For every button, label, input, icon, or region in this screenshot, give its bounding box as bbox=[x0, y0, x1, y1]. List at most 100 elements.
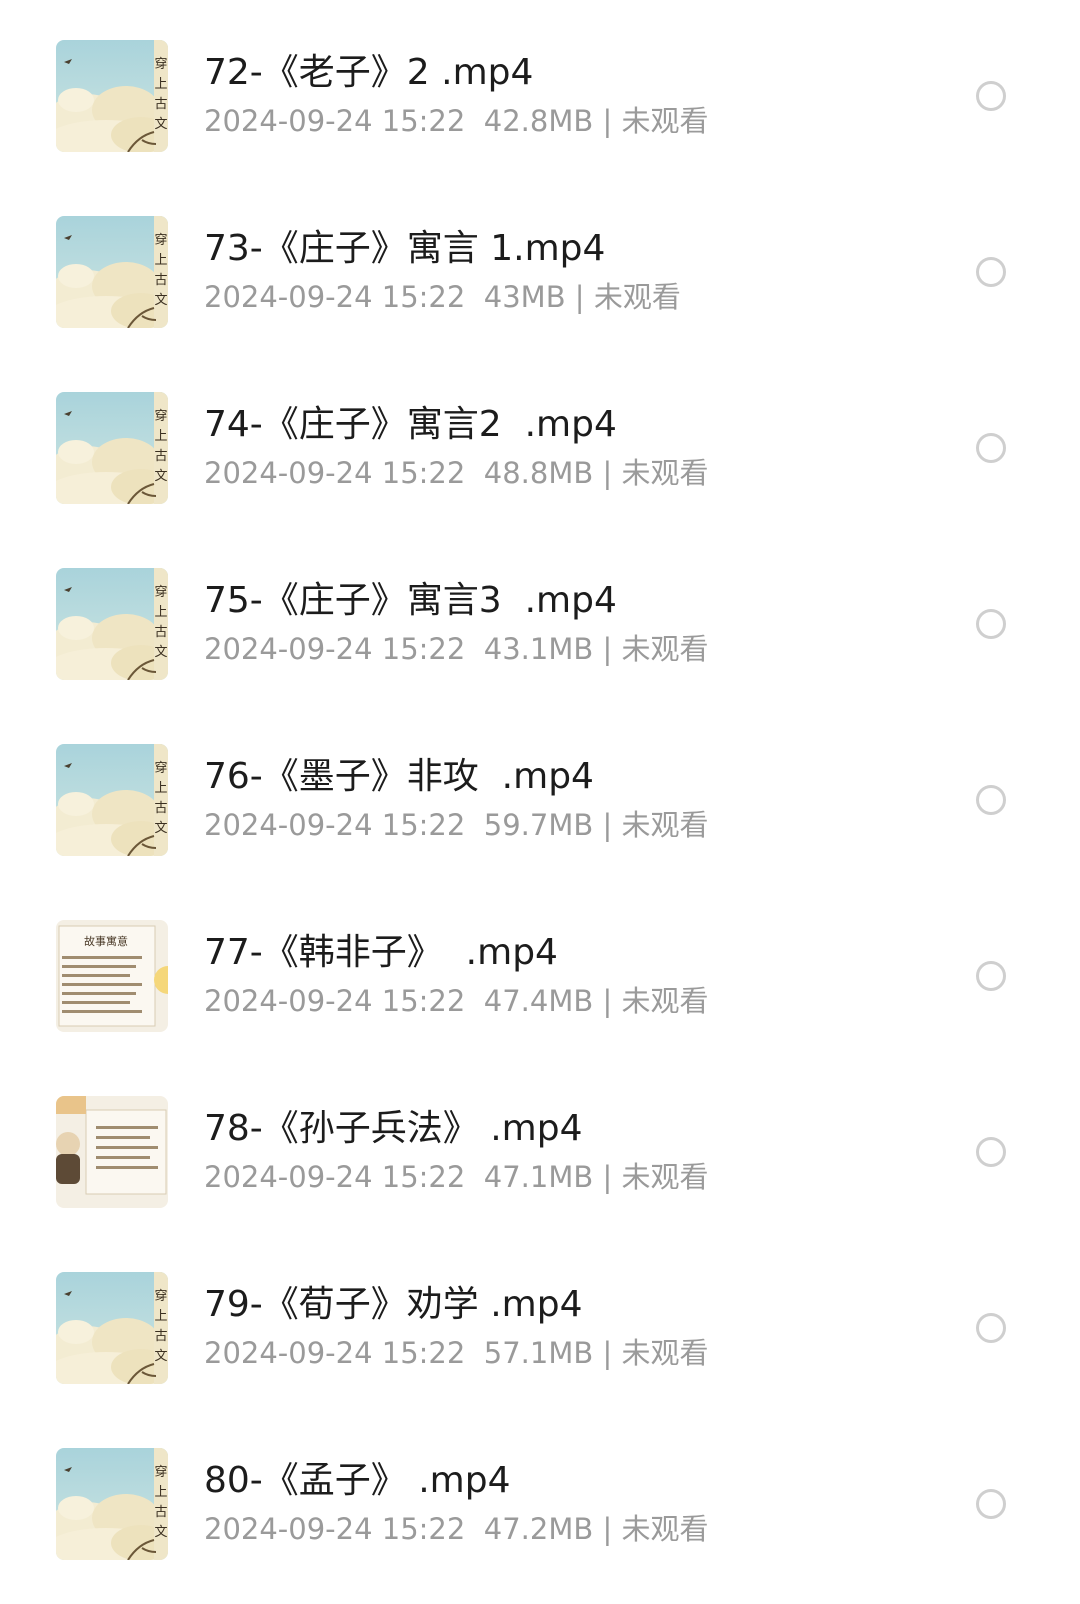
svg-text:穿: 穿 bbox=[154, 760, 167, 776]
select-radio[interactable] bbox=[976, 1313, 1006, 1343]
file-size: 47.1MB bbox=[483, 1160, 594, 1194]
list-item[interactable]: 穿 上 古 文 80-《孟子》 .mp4 2024-09-24 15:22 47.… bbox=[0, 1414, 1080, 1594]
separator: | bbox=[593, 456, 622, 490]
watch-status: 未观看 bbox=[621, 104, 709, 138]
file-title: 75-《庄子》寓言3 .mp4 bbox=[204, 580, 617, 621]
list-item[interactable]: 穿 上 古 文 73-《庄子》寓言 1.mp4 2024-09-24 15:22 … bbox=[0, 182, 1080, 362]
file-date: 2024-09-24 15:22 bbox=[204, 1512, 466, 1546]
list-item[interactable]: 穿 上 古 文 76-《墨子》非攻 .mp4 2024-09-24 15:22 5… bbox=[0, 710, 1080, 890]
watch-status: 未观看 bbox=[621, 1512, 709, 1546]
svg-text:穿: 穿 bbox=[154, 408, 167, 424]
file-title: 73-《庄子》寓言 1.mp4 bbox=[204, 228, 606, 269]
select-radio[interactable] bbox=[976, 961, 1006, 991]
svg-text:文: 文 bbox=[154, 821, 167, 836]
svg-text:文: 文 bbox=[154, 293, 167, 308]
file-meta: 2024-09-24 15:22 47.2MB | 未观看 bbox=[204, 1511, 709, 1547]
video-thumbnail bbox=[56, 1096, 168, 1208]
svg-text:古: 古 bbox=[154, 1505, 167, 1520]
file-date: 2024-09-24 15:22 bbox=[204, 808, 466, 842]
file-date: 2024-09-24 15:22 bbox=[204, 632, 466, 666]
svg-text:文: 文 bbox=[154, 1349, 167, 1364]
svg-text:文: 文 bbox=[154, 1525, 167, 1540]
separator: | bbox=[593, 1512, 622, 1546]
file-meta: 2024-09-24 15:22 47.4MB | 未观看 bbox=[204, 983, 709, 1019]
svg-text:穿: 穿 bbox=[154, 1464, 167, 1480]
watch-status: 未观看 bbox=[621, 808, 709, 842]
watch-status: 未观看 bbox=[593, 280, 681, 314]
file-size: 47.4MB bbox=[483, 984, 594, 1018]
video-thumbnail: 穿 上 古 文 bbox=[56, 40, 168, 152]
video-thumbnail: 穿 上 古 文 bbox=[56, 216, 168, 328]
separator: | bbox=[593, 1336, 622, 1370]
svg-text:上: 上 bbox=[154, 1309, 167, 1324]
svg-text:穿: 穿 bbox=[154, 1288, 167, 1304]
watch-status: 未观看 bbox=[621, 632, 709, 666]
list-item[interactable]: 穿 上 古 文 72-《老子》2 .mp4 2024-09-24 15:22 42… bbox=[0, 6, 1080, 186]
select-radio[interactable] bbox=[976, 433, 1006, 463]
select-radio[interactable] bbox=[976, 81, 1006, 111]
video-thumbnail: 故事寓意 bbox=[56, 920, 168, 1032]
video-thumbnail: 穿 上 古 文 bbox=[56, 392, 168, 504]
file-meta: 2024-09-24 15:22 59.7MB | 未观看 bbox=[204, 807, 709, 843]
svg-text:上: 上 bbox=[154, 77, 167, 92]
list-item[interactable]: 故事寓意 77-《韩非子》 .mp4 2024-09-24 15:22 47.4M… bbox=[0, 886, 1080, 1066]
separator: | bbox=[593, 104, 622, 138]
svg-text:文: 文 bbox=[154, 117, 167, 132]
select-radio[interactable] bbox=[976, 785, 1006, 815]
file-size: 47.2MB bbox=[483, 1512, 594, 1546]
file-size: 48.8MB bbox=[483, 456, 594, 490]
video-thumbnail: 穿 上 古 文 bbox=[56, 1272, 168, 1384]
svg-text:古: 古 bbox=[154, 801, 167, 816]
file-meta: 2024-09-24 15:22 57.1MB | 未观看 bbox=[204, 1335, 709, 1371]
svg-text:上: 上 bbox=[154, 429, 167, 444]
file-size: 59.7MB bbox=[483, 808, 594, 842]
select-radio[interactable] bbox=[976, 257, 1006, 287]
file-date: 2024-09-24 15:22 bbox=[204, 456, 466, 490]
file-title: 76-《墨子》非攻 .mp4 bbox=[204, 756, 594, 797]
file-date: 2024-09-24 15:22 bbox=[204, 1336, 466, 1370]
video-thumbnail: 穿 上 古 文 bbox=[56, 744, 168, 856]
select-radio[interactable] bbox=[976, 1137, 1006, 1167]
file-title: 78-《孙子兵法》 .mp4 bbox=[204, 1108, 583, 1149]
list-item[interactable]: 78-《孙子兵法》 .mp4 2024-09-24 15:22 47.1MB | … bbox=[0, 1062, 1080, 1242]
svg-text:文: 文 bbox=[154, 645, 167, 660]
file-meta: 2024-09-24 15:22 47.1MB | 未观看 bbox=[204, 1159, 709, 1195]
file-title: 80-《孟子》 .mp4 bbox=[204, 1460, 511, 1501]
file-date: 2024-09-24 15:22 bbox=[204, 280, 466, 314]
file-title: 79-《荀子》劝学 .mp4 bbox=[204, 1284, 583, 1325]
svg-text:穿: 穿 bbox=[154, 56, 167, 72]
file-meta: 2024-09-24 15:22 42.8MB | 未观看 bbox=[204, 103, 709, 139]
list-item[interactable]: 穿 上 古 文 75-《庄子》寓言3 .mp4 2024-09-24 15:22 … bbox=[0, 534, 1080, 714]
separator: | bbox=[593, 632, 622, 666]
file-title: 72-《老子》2 .mp4 bbox=[204, 52, 534, 93]
file-size: 43.1MB bbox=[483, 632, 594, 666]
separator: | bbox=[565, 280, 594, 314]
file-meta: 2024-09-24 15:22 43.1MB | 未观看 bbox=[204, 631, 709, 667]
svg-text:古: 古 bbox=[154, 97, 167, 112]
watch-status: 未观看 bbox=[621, 456, 709, 490]
file-title: 74-《庄子》寓言2 .mp4 bbox=[204, 404, 617, 445]
svg-text:古: 古 bbox=[154, 273, 167, 288]
svg-text:穿: 穿 bbox=[154, 584, 167, 600]
list-item[interactable]: 穿 上 古 文 74-《庄子》寓言2 .mp4 2024-09-24 15:22 … bbox=[0, 358, 1080, 538]
watch-status: 未观看 bbox=[621, 984, 709, 1018]
svg-text:文: 文 bbox=[154, 469, 167, 484]
file-date: 2024-09-24 15:22 bbox=[204, 984, 466, 1018]
select-radio[interactable] bbox=[976, 1489, 1006, 1519]
svg-text:上: 上 bbox=[154, 253, 167, 268]
file-size: 57.1MB bbox=[483, 1336, 594, 1370]
file-date: 2024-09-24 15:22 bbox=[204, 104, 466, 138]
svg-text:上: 上 bbox=[154, 1485, 167, 1500]
separator: | bbox=[593, 984, 622, 1018]
svg-text:上: 上 bbox=[154, 605, 167, 620]
list-item[interactable]: 穿 上 古 文 79-《荀子》劝学 .mp4 2024-09-24 15:22 5… bbox=[0, 1238, 1080, 1418]
svg-text:穿: 穿 bbox=[154, 232, 167, 248]
file-meta: 2024-09-24 15:22 48.8MB | 未观看 bbox=[204, 455, 709, 491]
select-radio[interactable] bbox=[976, 609, 1006, 639]
file-size: 43MB bbox=[483, 280, 566, 314]
svg-text:上: 上 bbox=[154, 781, 167, 796]
separator: | bbox=[593, 808, 622, 842]
file-date: 2024-09-24 15:22 bbox=[204, 1160, 466, 1194]
video-thumbnail: 穿 上 古 文 bbox=[56, 568, 168, 680]
watch-status: 未观看 bbox=[621, 1336, 709, 1370]
